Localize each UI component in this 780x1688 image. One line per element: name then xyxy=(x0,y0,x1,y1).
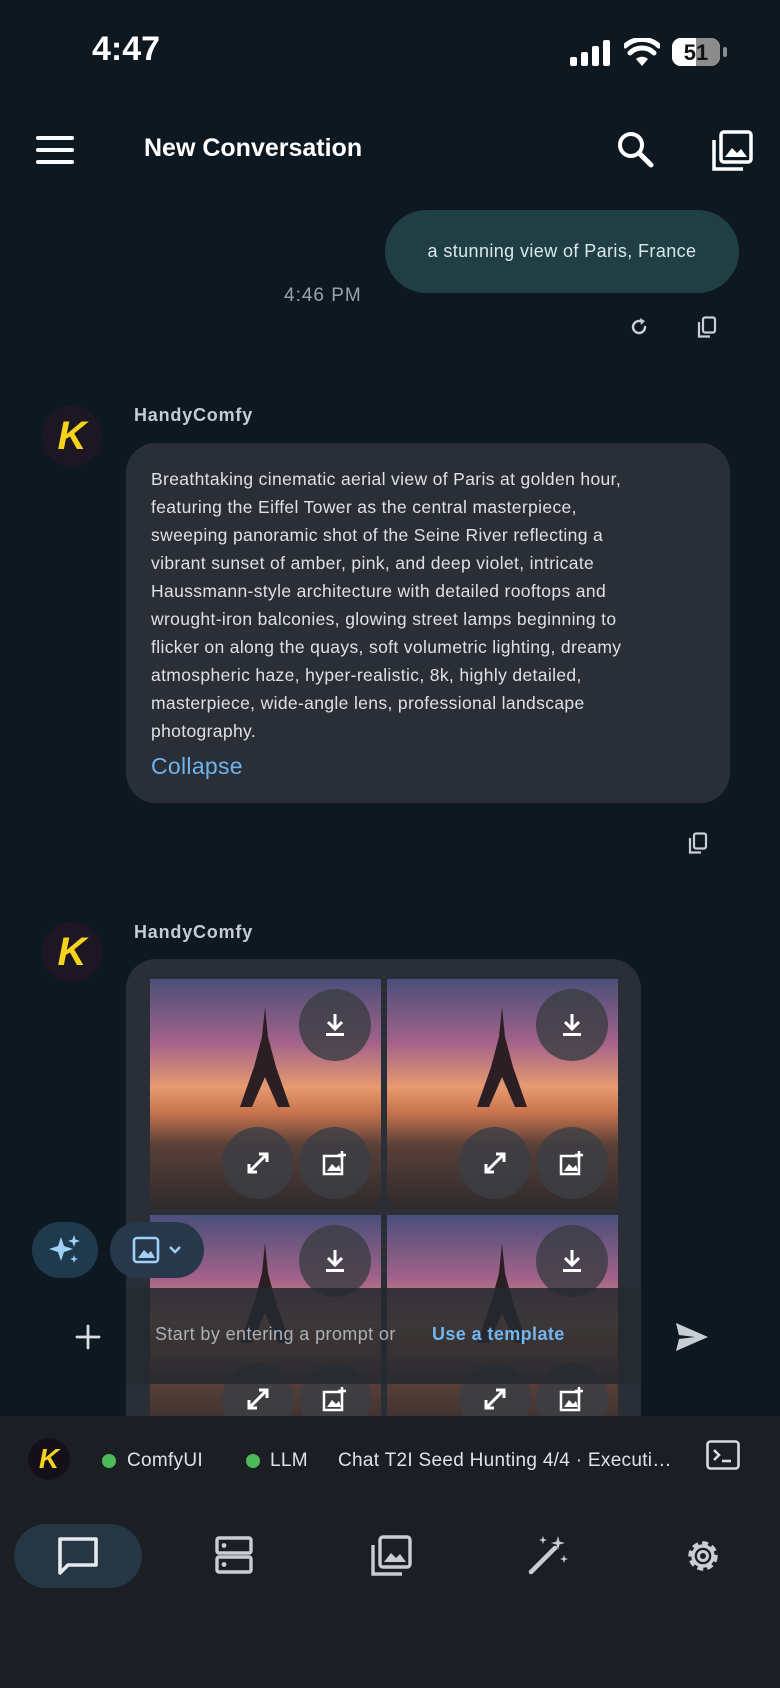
add-image-icon xyxy=(322,1151,346,1176)
menu-icon[interactable] xyxy=(36,136,74,164)
nav-chat-icon[interactable] xyxy=(57,1536,99,1576)
avatar-logo: K xyxy=(57,929,87,974)
eiffel-tower-icon xyxy=(240,1007,290,1107)
expand-button[interactable] xyxy=(222,1127,294,1199)
user-message-text: a stunning view of Paris, France xyxy=(427,241,697,261)
add-image-icon xyxy=(322,1387,346,1412)
search-icon[interactable] xyxy=(616,130,654,168)
gallery-icon[interactable] xyxy=(711,130,753,172)
add-attachment-icon[interactable] xyxy=(75,1324,101,1350)
download-icon xyxy=(563,1250,581,1272)
copy-icon[interactable] xyxy=(697,316,717,338)
text-line: masterpiece, wide-angle lens, profession… xyxy=(151,693,585,713)
llm-status-dot xyxy=(246,1454,260,1468)
add-image-icon xyxy=(559,1151,583,1176)
download-icon xyxy=(563,1014,581,1036)
sender-name: HandyComfy xyxy=(134,405,254,425)
copy-icon[interactable] xyxy=(688,832,708,854)
app-logo-letter: K xyxy=(38,1443,60,1474)
battery-level: 51 xyxy=(683,40,709,65)
comfyui-status-dot xyxy=(102,1454,116,1468)
retry-icon[interactable] xyxy=(629,317,649,337)
prompt-placeholder: Start by entering a prompt or xyxy=(155,1324,396,1344)
home-indicator xyxy=(255,1664,525,1673)
nav-gallery-icon[interactable] xyxy=(370,1535,412,1577)
sender-name: HandyComfy xyxy=(134,922,254,942)
image-icon xyxy=(132,1236,160,1264)
nav-servers-icon[interactable] xyxy=(215,1536,253,1574)
text-line: wrought-iron balconies, glowing street l… xyxy=(151,609,617,629)
magic-prompt-button[interactable] xyxy=(32,1222,98,1278)
expand-icon xyxy=(247,1388,269,1410)
status-time: 4:47 xyxy=(92,30,161,68)
comfyui-status-label: ComfyUI xyxy=(127,1450,203,1471)
download-button[interactable] xyxy=(536,1225,608,1297)
text-line: sweeping panoramic shot of the Seine Riv… xyxy=(151,525,604,545)
expand-icon xyxy=(484,1152,506,1174)
generated-image[interactable] xyxy=(387,979,618,1209)
download-button[interactable] xyxy=(536,989,608,1061)
text-line: atmospheric haze, hyper-realistic, 8k, h… xyxy=(151,665,582,685)
cellular-signal-icon xyxy=(570,40,610,66)
sparkle-icon xyxy=(49,1235,80,1263)
image-mode-button[interactable] xyxy=(110,1222,204,1278)
text-line: featuring the Eiffel Tower as the centra… xyxy=(151,497,577,517)
use-template-link[interactable]: Use a template xyxy=(432,1324,565,1345)
assistant-message-bubble: Breathtaking cinematic aerial view of Pa… xyxy=(126,443,730,803)
battery-icon: 51 xyxy=(672,38,720,66)
download-button[interactable] xyxy=(299,989,371,1061)
message-timestamp: 4:46 PM xyxy=(284,285,362,306)
add-image-button[interactable] xyxy=(536,1127,608,1199)
llm-status-label: LLM xyxy=(270,1450,308,1471)
text-line: Breathtaking cinematic aerial view of Pa… xyxy=(151,469,622,489)
task-progress-label[interactable]: Chat T2I Seed Hunting 4/4 · Executi… xyxy=(338,1450,683,1472)
assistant-message-text: Breathtaking cinematic aerial view of Pa… xyxy=(151,465,711,745)
collapse-link[interactable]: Collapse xyxy=(151,753,243,780)
download-icon xyxy=(326,1250,344,1272)
add-image-button[interactable] xyxy=(299,1127,371,1199)
add-image-icon xyxy=(559,1387,583,1412)
download-button[interactable] xyxy=(299,1225,371,1297)
app-logo: K xyxy=(28,1438,70,1480)
eiffel-tower-icon xyxy=(477,1007,527,1107)
expand-icon xyxy=(247,1152,269,1174)
nav-settings-icon[interactable] xyxy=(682,1535,724,1577)
chevron-down-icon xyxy=(169,1246,181,1254)
wifi-icon xyxy=(624,38,660,66)
send-icon[interactable] xyxy=(675,1322,709,1352)
text-line: photography. xyxy=(151,721,257,741)
avatar-logo: K xyxy=(57,413,87,458)
battery-tip xyxy=(723,47,727,57)
download-icon xyxy=(326,1014,344,1036)
nav-magic-icon[interactable] xyxy=(526,1533,570,1577)
user-message-bubble: a stunning view of Paris, France xyxy=(385,210,739,293)
text-line: vibrant sunset of amber, pink, and deep … xyxy=(151,553,595,573)
assistant-avatar: K xyxy=(42,406,102,466)
expand-icon xyxy=(484,1388,506,1410)
generated-image[interactable] xyxy=(150,979,381,1209)
page-title: New Conversation xyxy=(144,134,363,162)
assistant-avatar: K xyxy=(42,922,102,982)
connection-status-bar: K ComfyUI LLM Chat T2I Seed Hunting 4/4 … xyxy=(0,1416,780,1506)
text-line: Haussmann-style architecture with detail… xyxy=(151,581,607,601)
text-line: flicker on along the quays, soft volumet… xyxy=(151,637,622,657)
terminal-icon[interactable] xyxy=(706,1440,740,1470)
expand-button[interactable] xyxy=(459,1127,531,1199)
